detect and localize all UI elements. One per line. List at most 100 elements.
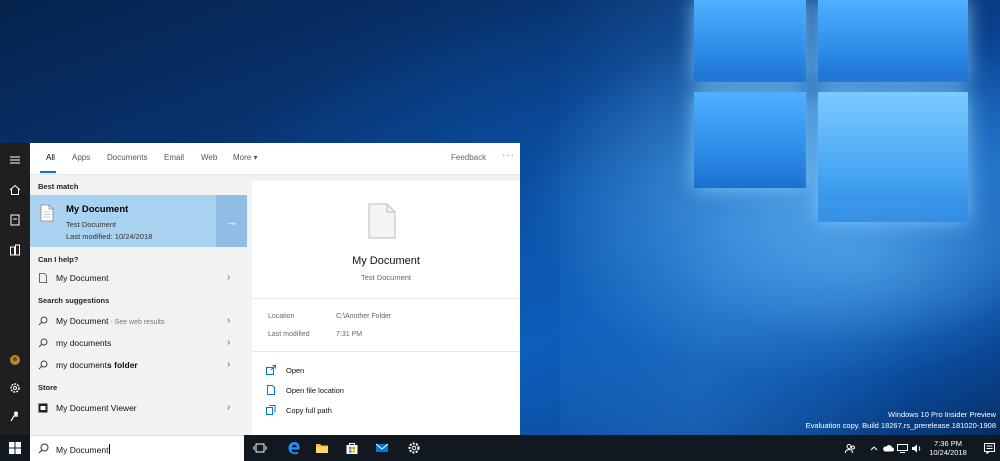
document-large-icon bbox=[368, 203, 396, 239]
best-match-title: My Document bbox=[66, 204, 129, 215]
start-rail bbox=[0, 143, 30, 435]
chevron-right-icon: › bbox=[227, 359, 231, 370]
store-item[interactable]: My Document Viewer › bbox=[30, 398, 247, 418]
suggestion-item[interactable]: My Document - See web results › bbox=[30, 311, 247, 331]
section-can-i-help: Can I help? bbox=[38, 255, 79, 264]
home-icon[interactable] bbox=[0, 179, 30, 201]
people-icon[interactable] bbox=[842, 435, 858, 461]
wallpaper-window-pane bbox=[694, 0, 806, 82]
store-button[interactable] bbox=[338, 435, 366, 461]
open-action[interactable]: Open bbox=[266, 363, 506, 379]
tab-email[interactable]: Email bbox=[164, 153, 184, 162]
file-location-icon bbox=[267, 385, 275, 395]
arrow-right-icon: → bbox=[225, 213, 238, 229]
suggestion-subtext: - See web results bbox=[108, 319, 165, 326]
section-search-suggestions: Search suggestions bbox=[38, 296, 110, 305]
section-store: Store bbox=[38, 383, 58, 392]
open-icon bbox=[266, 365, 276, 375]
search-tabs: All Apps Documents Email Web More ▾ Feed… bbox=[30, 143, 520, 175]
active-tab-indicator bbox=[40, 171, 56, 173]
location-value: C:\Another Folder bbox=[336, 313, 392, 320]
expand-arrow-button[interactable]: → bbox=[216, 195, 247, 247]
network-icon[interactable] bbox=[895, 435, 909, 461]
documents-icon[interactable] bbox=[0, 209, 30, 231]
text-caret bbox=[109, 444, 111, 454]
suggestion-text: my documents bbox=[56, 338, 112, 348]
suggestion-text: my document bbox=[56, 360, 108, 370]
task-view-icon bbox=[253, 443, 267, 453]
document-icon bbox=[40, 204, 54, 222]
onedrive-cloud-icon[interactable] bbox=[881, 435, 895, 461]
apps-building-icon[interactable] bbox=[0, 239, 30, 261]
divider bbox=[252, 298, 520, 299]
tab-all[interactable]: All bbox=[46, 153, 55, 162]
search-icon bbox=[38, 338, 48, 348]
suggestion-item[interactable]: my documents › bbox=[30, 333, 247, 353]
store-app-icon bbox=[38, 403, 48, 413]
settings-taskbar-button[interactable] bbox=[400, 435, 428, 461]
help-item[interactable]: My Document › bbox=[30, 268, 247, 288]
feedback-link[interactable]: Feedback bbox=[451, 153, 486, 162]
hamburger-icon[interactable] bbox=[0, 149, 30, 171]
suggestion-bold-text: s folder bbox=[107, 360, 138, 370]
clock-date: 10/24/2018 bbox=[929, 448, 967, 457]
modified-label: Last modified bbox=[268, 331, 310, 338]
start-button[interactable] bbox=[0, 435, 30, 461]
open-action-label: Open bbox=[286, 366, 305, 375]
preview-pane: My Document Test Document Location C:\An… bbox=[252, 181, 520, 435]
copy-icon bbox=[266, 405, 276, 415]
search-icon bbox=[38, 443, 49, 454]
edge-button[interactable] bbox=[280, 435, 308, 461]
preview-title: My Document bbox=[352, 255, 420, 267]
chevron-right-icon: › bbox=[227, 272, 231, 283]
folder-icon bbox=[316, 444, 328, 453]
chevron-right-icon: › bbox=[227, 402, 231, 413]
search-query[interactable]: My Document bbox=[56, 445, 108, 455]
settings-icon[interactable] bbox=[0, 377, 30, 399]
chevron-up-icon[interactable] bbox=[868, 435, 880, 461]
tab-more[interactable]: More ▾ bbox=[233, 153, 257, 162]
open-file-location-label: Open file location bbox=[286, 386, 344, 395]
volume-icon[interactable] bbox=[909, 435, 923, 461]
suggestion-item[interactable]: my documents folder › bbox=[30, 355, 247, 375]
task-view-button[interactable] bbox=[246, 435, 274, 461]
wallpaper-window-pane bbox=[694, 92, 806, 188]
search-panel: All Apps Documents Email Web More ▾ Feed… bbox=[30, 143, 520, 435]
system-clock[interactable]: 7:36 PM 10/24/2018 bbox=[924, 439, 972, 457]
location-label: Location bbox=[268, 313, 295, 320]
divider bbox=[252, 351, 520, 352]
copy-full-path-action[interactable]: Copy full path bbox=[266, 403, 506, 419]
document-icon bbox=[39, 273, 47, 283]
tab-documents[interactable]: Documents bbox=[107, 153, 147, 162]
wallpaper-window-pane bbox=[818, 0, 968, 82]
preview-type: Test Document bbox=[360, 273, 412, 282]
gear-icon bbox=[408, 442, 420, 454]
search-box[interactable]: My Document bbox=[30, 435, 244, 461]
help-item-label: My Document bbox=[56, 273, 109, 283]
file-explorer-button[interactable] bbox=[308, 435, 336, 461]
clock-time: 7:36 PM bbox=[934, 439, 962, 448]
action-center-button[interactable] bbox=[978, 435, 1000, 461]
build-watermark: Windows 10 Pro Insider Preview Evaluatio… bbox=[806, 409, 996, 431]
chevron-right-icon: › bbox=[227, 337, 231, 348]
tab-apps[interactable]: Apps bbox=[72, 153, 90, 162]
search-icon bbox=[38, 360, 48, 370]
suggestion-text: My Document bbox=[56, 316, 109, 326]
best-match-item[interactable]: My Document Test Document Last modified:… bbox=[30, 195, 247, 247]
chevron-right-icon: › bbox=[227, 315, 231, 326]
watermark-line-2: Evaluation copy. Build 18267.rs_prerelea… bbox=[805, 421, 996, 430]
search-icon bbox=[38, 316, 48, 326]
tab-web[interactable]: Web bbox=[201, 153, 217, 162]
mail-button[interactable] bbox=[368, 435, 396, 461]
best-match-type: Test Document bbox=[66, 220, 117, 229]
section-best-match: Best match bbox=[38, 182, 79, 191]
feedback-person-icon[interactable] bbox=[0, 405, 30, 427]
avatar-icon[interactable] bbox=[0, 349, 30, 371]
more-options-icon[interactable]: ··· bbox=[502, 150, 515, 161]
store-item-label: My Document Viewer bbox=[56, 403, 137, 413]
watermark-line-1: Windows 10 Pro Insider Preview bbox=[888, 410, 996, 419]
windows-logo-icon bbox=[9, 442, 21, 454]
mail-icon bbox=[375, 443, 389, 452]
open-file-location-action[interactable]: Open file location bbox=[266, 383, 506, 399]
notification-icon bbox=[983, 442, 995, 454]
